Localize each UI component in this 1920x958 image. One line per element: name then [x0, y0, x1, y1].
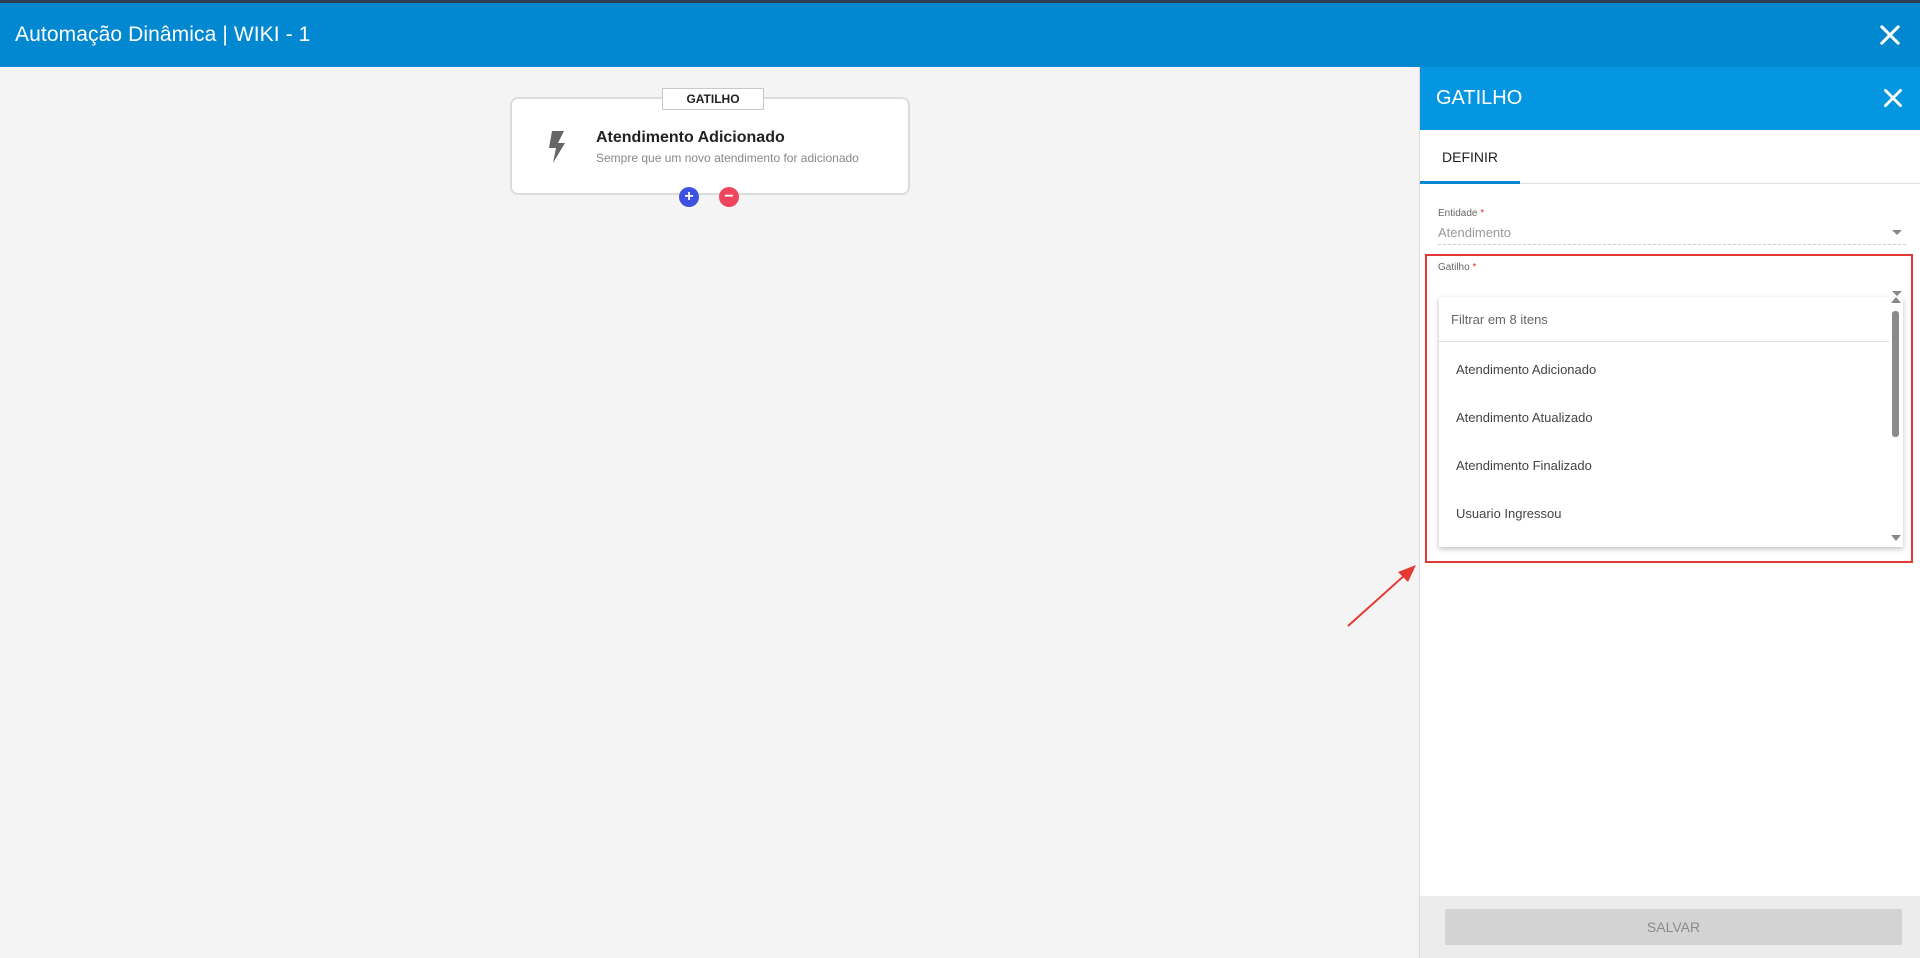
close-icon[interactable]	[1876, 21, 1904, 49]
entidade-label: Entidade *	[1438, 208, 1485, 219]
save-button[interactable]: SALVAR	[1445, 909, 1902, 945]
window-title: Automação Dinâmica | WIKI - 1	[15, 23, 311, 46]
panel-header: GATILHO	[1420, 67, 1920, 130]
node-title: Atendimento Adicionado	[596, 129, 785, 146]
scroll-up-icon[interactable]	[1891, 297, 1901, 303]
annotation-arrow	[1347, 565, 1416, 627]
gatilho-dropdown[interactable]: Filtrar em 8 itens Atendimento Adicionad…	[1439, 297, 1903, 547]
dropdown-item-atendimento-finalizado[interactable]: Atendimento Finalizado	[1439, 441, 1889, 489]
entidade-field[interactable]: Entidade * Atendimento	[1438, 208, 1906, 245]
add-step-button[interactable]: +	[679, 187, 699, 207]
automation-canvas[interactable]: GATILHO Atendimento Adicionado Sempre qu…	[0, 67, 1419, 958]
panel-close-icon[interactable]	[1880, 85, 1906, 111]
dropdown-scrollbar[interactable]	[1889, 297, 1903, 547]
panel-title: GATILHO	[1436, 87, 1523, 109]
node-subtitle: Sempre que um novo atendimento for adici…	[596, 151, 859, 165]
panel-tabs: DEFINIR	[1420, 130, 1920, 184]
remove-step-button[interactable]: −	[719, 187, 739, 207]
filter-input[interactable]: Filtrar em 8 itens	[1439, 297, 1889, 342]
entidade-select[interactable]: Atendimento	[1438, 225, 1906, 245]
dropdown-item-atendimento-adicionado[interactable]: Atendimento Adicionado	[1439, 345, 1889, 393]
scroll-down-icon[interactable]	[1891, 535, 1901, 541]
dropdown-item-atendimento-atualizado[interactable]: Atendimento Atualizado	[1439, 393, 1889, 441]
window-titlebar: Automação Dinâmica | WIKI - 1	[0, 0, 1920, 67]
scroll-thumb[interactable]	[1892, 311, 1899, 437]
lightning-icon	[549, 131, 565, 163]
tab-definir[interactable]: DEFINIR	[1420, 130, 1520, 184]
trigger-node[interactable]: GATILHO Atendimento Adicionado Sempre qu…	[510, 88, 910, 207]
chevron-down-icon	[1892, 230, 1902, 235]
dropdown-item-usuario-ingressou[interactable]: Usuario Ingressou	[1439, 489, 1889, 537]
panel-footer: SALVAR	[1420, 896, 1920, 958]
node-tag: GATILHO	[662, 88, 764, 110]
